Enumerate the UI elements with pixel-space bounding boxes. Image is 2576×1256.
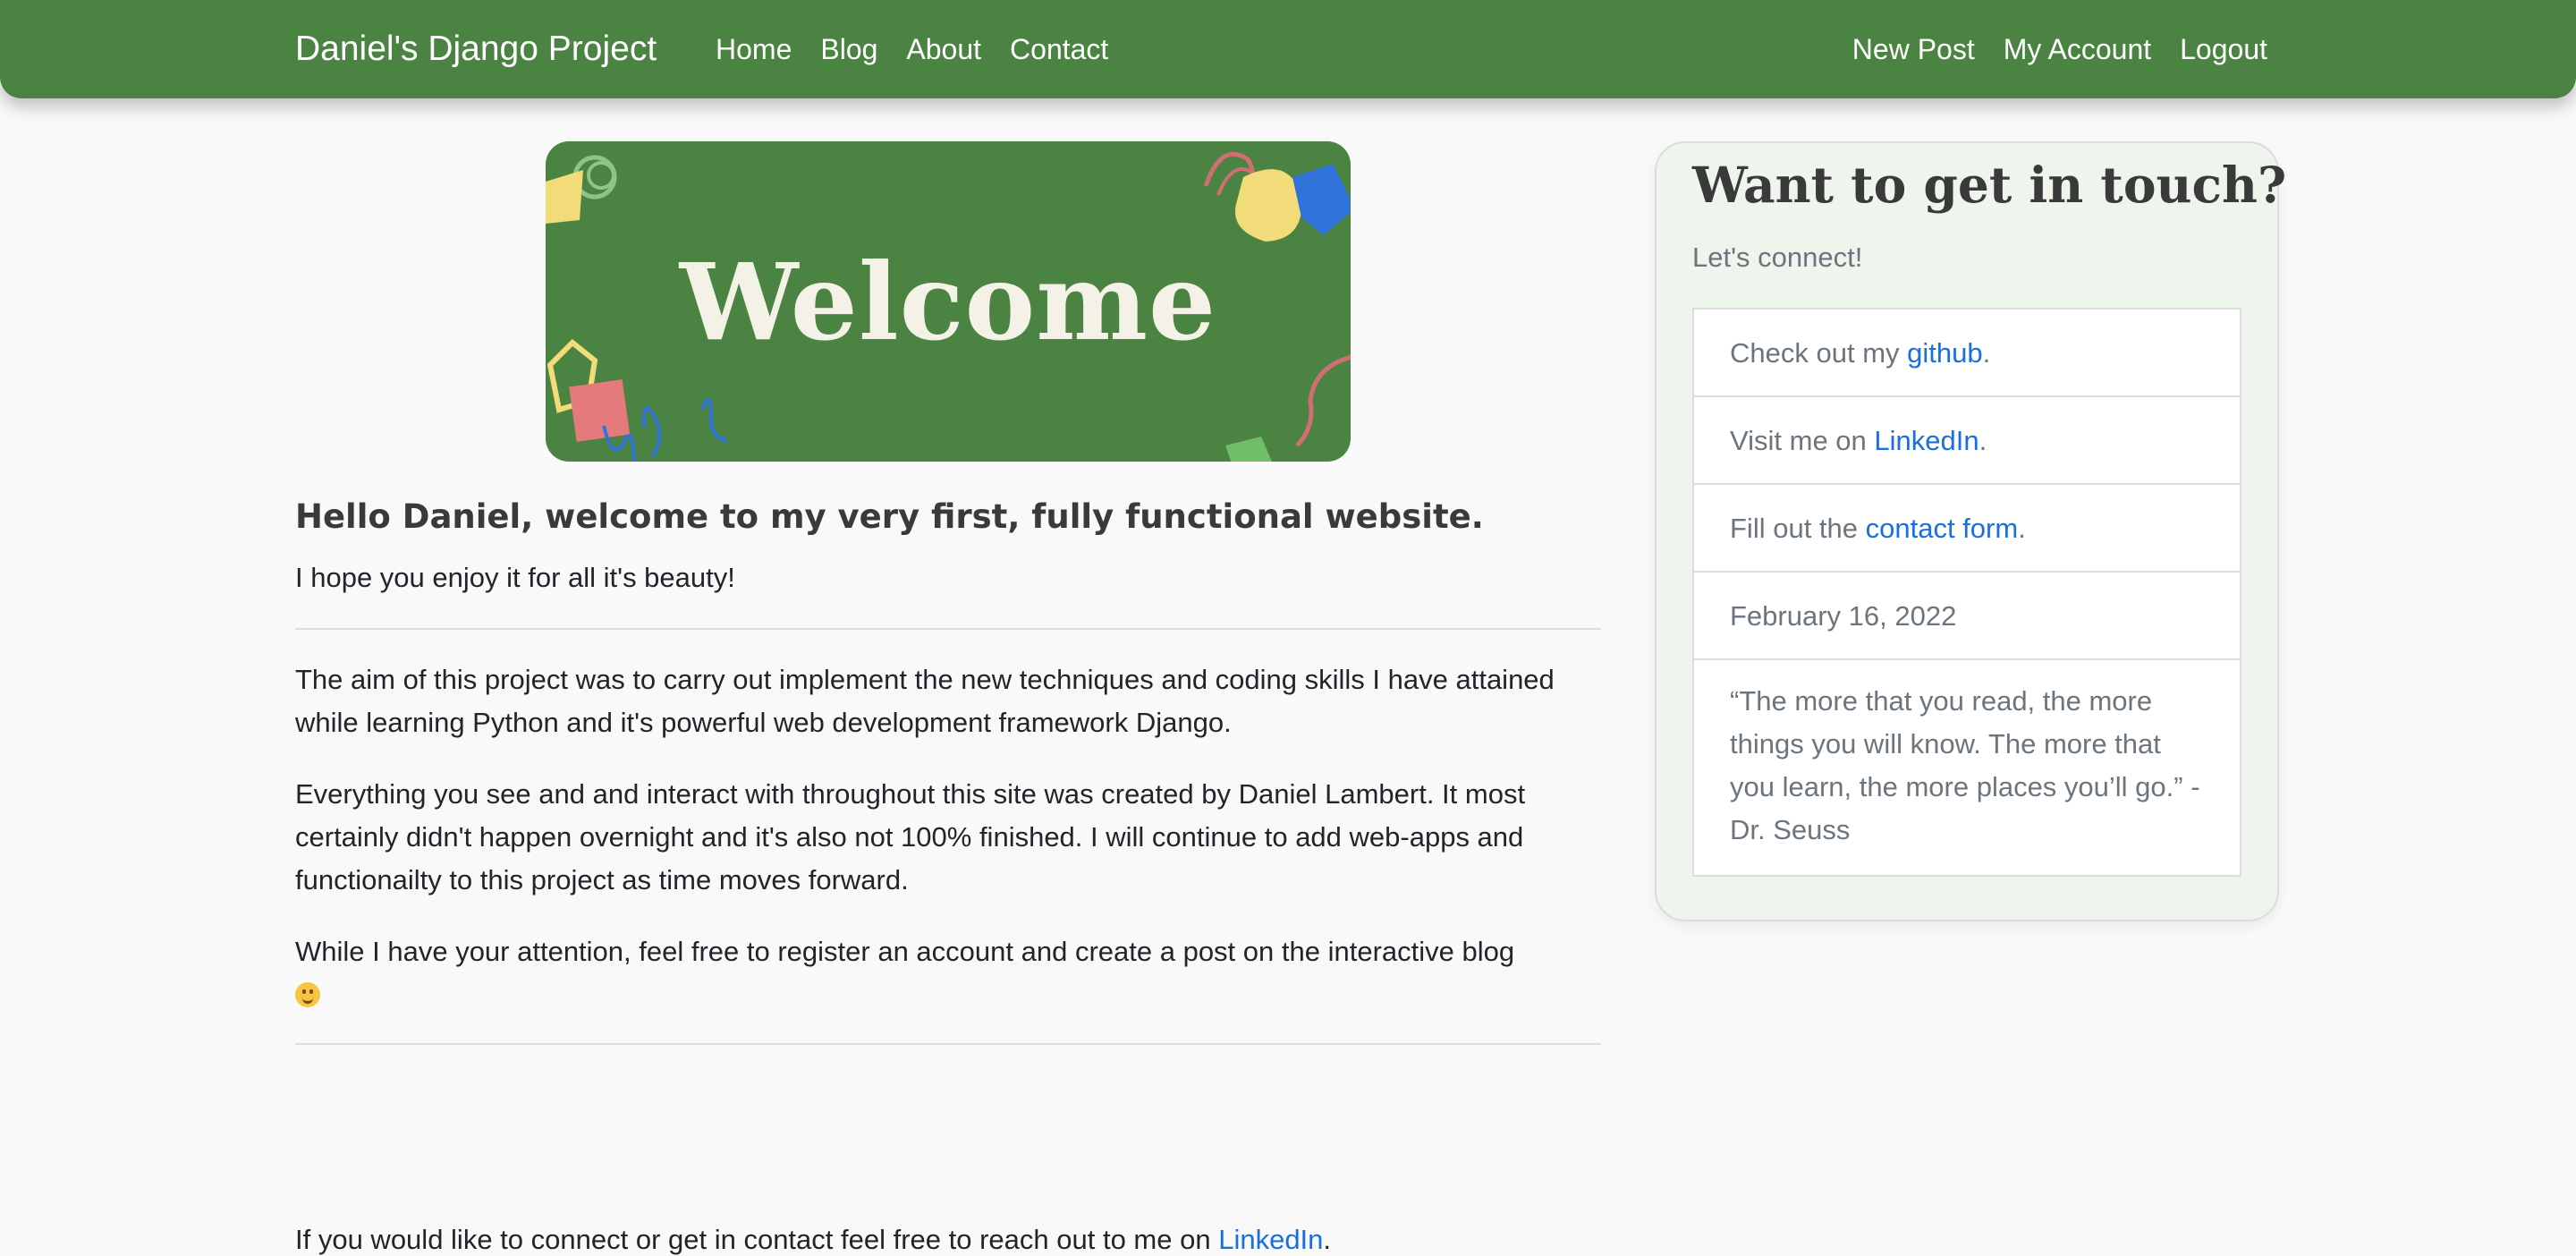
footer-text-before: If you would like to connect or get in c… xyxy=(295,1224,1219,1255)
contact-form-link[interactable]: contact form xyxy=(1866,513,2019,544)
linkedin-item-before: Visit me on xyxy=(1730,425,1875,456)
github-item-after: . xyxy=(1982,337,1991,369)
welcome-heading: Hello Daniel, welcome to my very first, … xyxy=(295,497,1484,536)
footer-linkedin-link[interactable]: LinkedIn xyxy=(1218,1224,1323,1255)
linkedin-link[interactable]: LinkedIn xyxy=(1874,425,1979,456)
nav-left: Home Blog About Contact xyxy=(716,0,1137,98)
smiling-face-emoji-icon xyxy=(295,982,320,1007)
welcome-subheading: I hope you enjoy it for all it's beauty! xyxy=(295,562,735,593)
paragraph-everything: Everything you see and and interact with… xyxy=(295,778,1526,895)
nav-my-account-link[interactable]: My Account xyxy=(2004,0,2151,98)
nav-home-link[interactable]: Home xyxy=(716,0,792,98)
divider-bottom xyxy=(295,1043,1601,1045)
banner-welcome-text: Welcome xyxy=(679,239,1217,364)
list-item-quote: “The more that you read, the more things… xyxy=(1730,685,2200,845)
list-item-github: Check out my github. xyxy=(1694,310,2240,397)
contact-form-item-after: . xyxy=(2018,513,2026,544)
github-link[interactable]: github xyxy=(1907,337,1982,369)
nav-contact-link[interactable]: Contact xyxy=(1010,0,1108,98)
paragraph-attention: While I have your attention, feel free t… xyxy=(295,930,1601,1016)
sidebar-title: Want to get in touch? xyxy=(1692,156,2287,214)
nav-right: New Post My Account Logout xyxy=(1824,0,2267,98)
contact-list: Check out my github. Visit me on LinkedI… xyxy=(1692,308,2241,877)
paragraph-attention-text: While I have your attention, feel free t… xyxy=(295,936,1515,967)
brand-link[interactable]: Daniel's Django Project xyxy=(295,0,657,98)
list-item-contact-form: Fill out the contact form. xyxy=(1694,485,2240,573)
footer-contact-text: If you would like to connect or get in c… xyxy=(295,1224,1331,1256)
nav-about-link[interactable]: About xyxy=(906,0,981,98)
github-item-before: Check out my xyxy=(1730,337,1908,369)
welcome-banner: Welcome xyxy=(546,141,1351,462)
list-item-linkedin: Visit me on LinkedIn. xyxy=(1694,397,2240,485)
linkedin-item-after: . xyxy=(1979,425,1987,456)
nav-blog-link[interactable]: Blog xyxy=(820,0,877,98)
divider-top xyxy=(295,628,1601,630)
paragraph-aim: The aim of this project was to carry out… xyxy=(295,664,1555,738)
footer-text-after: . xyxy=(1323,1224,1332,1255)
sidebar-subtitle: Let's connect! xyxy=(1692,242,1863,273)
nav-new-post-link[interactable]: New Post xyxy=(1852,0,1975,98)
contact-form-item-before: Fill out the xyxy=(1730,513,1866,544)
navbar: Daniel's Django Project Home Blog About … xyxy=(0,0,2576,98)
contact-sidebar: Want to get in touch? Let's connect! Che… xyxy=(1655,141,2286,921)
list-item-date: February 16, 2022 xyxy=(1694,573,2240,660)
nav-logout-link[interactable]: Logout xyxy=(2180,0,2267,98)
